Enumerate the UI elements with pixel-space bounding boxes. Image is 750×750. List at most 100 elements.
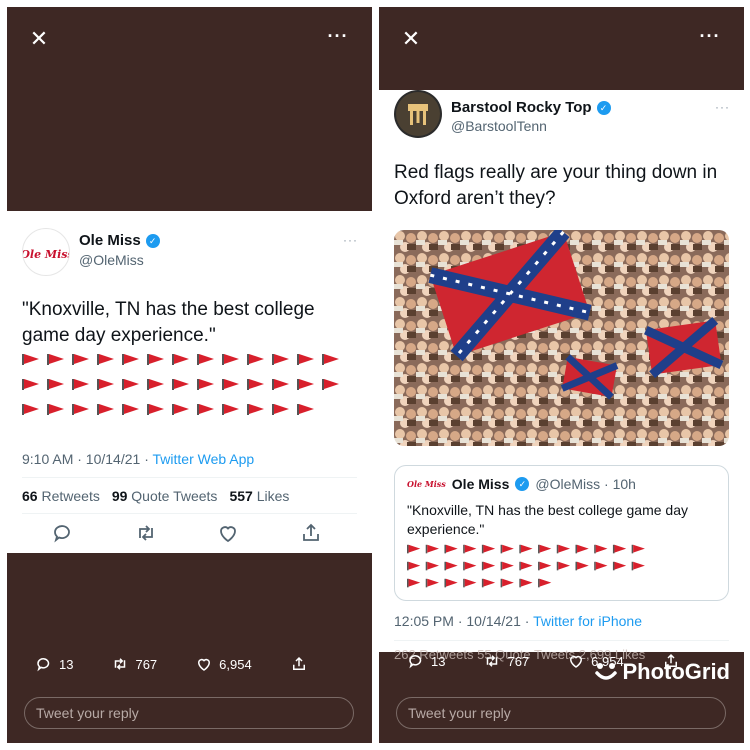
barstool-logo-icon <box>396 92 440 136</box>
author-handle[interactable]: @BarstoolTenn <box>451 118 547 134</box>
author-row[interactable]: Ole Miss ✓ <box>79 232 160 249</box>
red-flag-emoji <box>297 403 315 415</box>
quoted-tweet[interactable]: Ole Miss Ole Miss ✓ @OleMiss · 10h "Knox… <box>394 465 729 601</box>
retweet-icon <box>115 658 126 670</box>
red-flag-emoji <box>97 378 115 390</box>
red-flag-emoji <box>222 353 240 365</box>
red-flag-emoji <box>172 403 190 415</box>
like-icon <box>198 658 211 671</box>
retweet-count[interactable]: 767 <box>483 652 529 670</box>
like-count[interactable]: 6,954 <box>195 655 252 673</box>
tweet-text: "Knoxville, TN has the best college game… <box>22 299 315 346</box>
ole-miss-tweet: Ole Miss Ole Miss ✓ @OleMiss ··· "Knoxvi… <box>7 211 372 553</box>
red-flag-emoji <box>322 353 340 365</box>
red-flag-emoji <box>538 544 552 554</box>
author-handle[interactable]: @OleMiss <box>79 252 144 268</box>
red-flag-emoji <box>272 353 290 365</box>
tweet-more-icon[interactable]: ··· <box>715 100 730 114</box>
tweet-more-icon[interactable]: ··· <box>343 233 358 247</box>
likes-stat[interactable]: 557 Likes <box>229 488 289 504</box>
red-flag-emoji <box>247 353 265 365</box>
red-flag-emoji <box>197 353 215 365</box>
red-flag-emoji <box>72 378 90 390</box>
red-flag-emoji <box>407 544 421 554</box>
reply-input[interactable]: Tweet your reply <box>24 697 354 729</box>
more-options-icon[interactable]: ··· <box>326 27 350 49</box>
red-flag-emoji <box>147 353 165 365</box>
share-icon[interactable] <box>662 652 680 670</box>
author-name[interactable]: Barstool Rocky Top <box>451 99 592 116</box>
red-flag-emoji <box>463 561 477 571</box>
verified-icon: ✓ <box>515 477 530 491</box>
red-flag-emoji <box>425 561 440 571</box>
reply-count[interactable]: 13 <box>35 655 73 673</box>
red-flag-emoji <box>631 561 646 571</box>
more-options-icon[interactable]: ··· <box>698 27 722 49</box>
red-flag-emoji <box>444 561 458 571</box>
tweet-photo[interactable] <box>394 230 729 446</box>
red-flag-emoji <box>519 544 533 554</box>
avatar[interactable]: Ole Miss <box>22 228 70 276</box>
close-icon[interactable]: ✕ <box>401 28 421 50</box>
red-flag-emoji <box>425 578 440 588</box>
like-count[interactable]: 6,954 <box>567 652 624 670</box>
verified-icon: ✓ <box>145 233 160 248</box>
red-flag-emoji <box>272 378 290 390</box>
red-flag-emoji <box>222 378 240 390</box>
red-flag-emoji <box>247 403 265 415</box>
red-flag-emoji <box>22 378 40 390</box>
source-link[interactable]: Twitter for iPhone <box>533 613 642 629</box>
like-icon[interactable] <box>216 521 240 545</box>
red-flag-emoji <box>594 544 608 554</box>
red-flag-emoji <box>631 544 646 554</box>
author-row[interactable]: Barstool Rocky Top ✓ <box>451 99 611 116</box>
red-flag-emoji <box>407 561 421 571</box>
retweet-icon[interactable] <box>134 521 158 545</box>
red-flag-emoji <box>122 378 140 390</box>
retweet-count[interactable]: 767 <box>111 655 157 673</box>
author-name[interactable]: Ole Miss <box>79 232 141 249</box>
quote-handle-time: @OleMiss · 10h <box>535 476 636 492</box>
red-flag-emoji <box>272 403 290 415</box>
avatar[interactable] <box>394 90 442 138</box>
red-flag-emoji <box>97 353 115 365</box>
tweet-timestamp: 12:05 PM · 10/14/21 · Twitter for iPhone <box>394 613 642 629</box>
red-flag-emoji <box>247 378 265 390</box>
ole-miss-logo-text: Ole Miss <box>23 248 70 261</box>
reply-input[interactable]: Tweet your reply <box>396 697 726 729</box>
flags-row <box>407 561 646 572</box>
red-flag-emoji <box>519 561 533 571</box>
quote-tweets-stat[interactable]: 99 Quote Tweets <box>112 488 218 504</box>
source-link[interactable]: Twitter Web App <box>153 451 255 467</box>
time-text: 12:05 PM · 10/14/21 · <box>394 613 534 629</box>
red-flag-emoji <box>481 544 496 554</box>
red-flag-emoji <box>197 378 215 390</box>
quote-author-name: Ole Miss <box>451 476 510 492</box>
reply-icon[interactable] <box>51 521 75 545</box>
red-flag-emoji <box>297 378 315 390</box>
tweet-text: Red flags really are your thing down in … <box>394 162 718 209</box>
flags-row <box>407 578 552 589</box>
reply-icon <box>409 655 422 669</box>
red-flag-emoji <box>122 403 140 415</box>
red-flag-emoji <box>322 378 340 390</box>
share-icon[interactable] <box>299 521 323 545</box>
red-flag-emoji <box>538 578 552 588</box>
share-icon[interactable] <box>290 655 308 673</box>
divider <box>394 640 729 641</box>
red-flag-emoji <box>500 561 515 571</box>
red-flag-emoji <box>22 403 40 415</box>
close-icon[interactable]: ✕ <box>29 28 49 50</box>
bottom-action-bar: 13 767 6,954 <box>407 652 680 670</box>
red-flag-emoji <box>481 561 496 571</box>
bottom-action-bar: 13 767 6,954 <box>35 655 308 673</box>
flags-row <box>22 353 340 367</box>
red-flag-emoji <box>444 578 458 588</box>
right-screenshot: ✕ ··· Barstool Rocky Top ✓ @BarstoolTenn… <box>379 7 744 743</box>
left-screenshot: ✕ ··· Ole Miss Ole Miss ✓ @OleMiss ··· "… <box>7 7 372 743</box>
engagement-stats: 66 Retweets 99 Quote Tweets 557 Likes <box>22 488 289 504</box>
reply-count[interactable]: 13 <box>407 652 445 670</box>
red-flag-emoji <box>556 561 571 571</box>
divider <box>22 513 357 514</box>
retweets-stat[interactable]: 66 Retweets <box>22 488 100 504</box>
